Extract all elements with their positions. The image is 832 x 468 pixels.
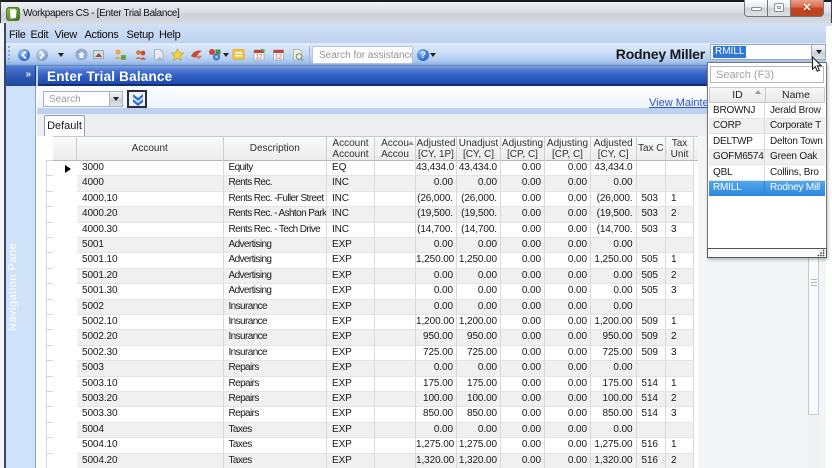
svg-text:12: 12 <box>275 55 282 61</box>
svg-text:12: 12 <box>256 55 263 61</box>
